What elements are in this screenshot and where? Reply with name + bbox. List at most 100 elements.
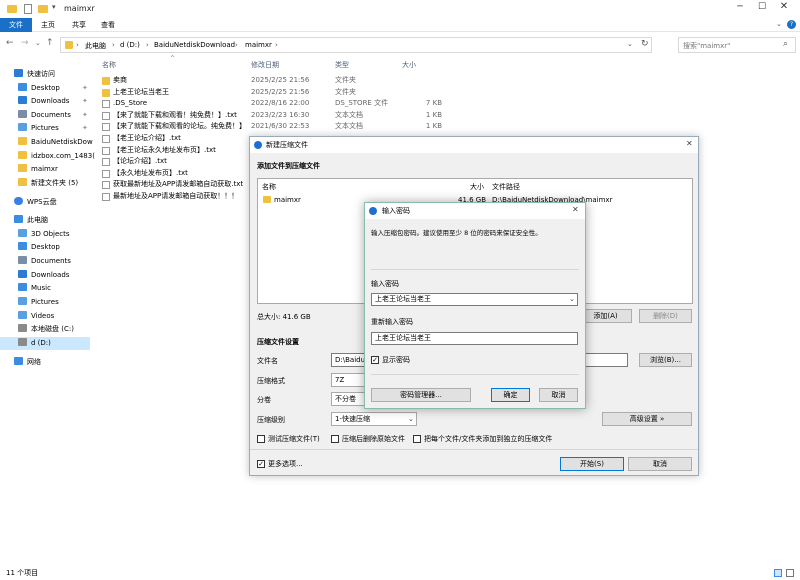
nav-drive-d[interactable]: d (D:) xyxy=(0,337,90,350)
breadcrumb-this-pc[interactable]: 此电脑 xyxy=(85,41,106,51)
file-row[interactable]: 卖商 2025/2/25 21:56 文件夹 xyxy=(98,75,458,87)
total-size: 总大小: 41.6 GB xyxy=(257,313,311,321)
nav-documents[interactable]: Documents ✦ xyxy=(18,109,88,122)
document-icon xyxy=(18,256,27,264)
cube-icon xyxy=(18,229,27,237)
minimize-button[interactable]: ─ xyxy=(730,2,750,16)
nav-documents-pc[interactable]: Documents xyxy=(18,255,71,268)
recent-dropdown-icon[interactable]: ⌄ xyxy=(35,39,41,47)
start-button[interactable]: 开始(S) xyxy=(560,457,624,471)
maximize-button[interactable]: ☐ xyxy=(752,2,772,16)
refresh-icon[interactable]: ↻ xyxy=(641,39,649,49)
chevron-down-icon[interactable]: ⌄ xyxy=(569,294,575,305)
password-dialog: 输入密码 ✕ 输入压缩包密码。建议使用至少 8 位的密码来保证安全性。 输入密码… xyxy=(364,202,586,409)
file-row[interactable]: 上老王论坛当老王 2025/2/25 21:56 文件夹 xyxy=(98,87,458,99)
search-input[interactable]: 搜索"maimxr" ⌕ xyxy=(678,37,796,53)
tab-home[interactable]: 主页 xyxy=(41,18,55,32)
new-folder-icon[interactable] xyxy=(38,5,48,13)
advanced-settings-button[interactable]: 高级设置 » xyxy=(602,412,692,426)
forward-icon[interactable]: → xyxy=(21,38,29,48)
chevron-down-icon[interactable]: ⌄ xyxy=(776,20,782,28)
browse-button[interactable]: 浏览(B)... xyxy=(639,353,692,367)
add-button[interactable]: 添加(A) xyxy=(579,309,632,323)
nav-downloads[interactable]: Downloads ✦ xyxy=(18,95,88,108)
column-header-type[interactable]: 类型 xyxy=(335,58,349,72)
nav-maimxr[interactable]: maimxr xyxy=(18,163,58,176)
tab-view[interactable]: 查看 xyxy=(101,18,115,32)
cancel-button[interactable]: 取消 xyxy=(628,457,692,471)
nav-pictures[interactable]: Pictures ✦ xyxy=(18,122,88,135)
file-row[interactable]: 【来了就能下载和观看！纯免费！】.txt 2023/2/23 16:30 文本文档 1… xyxy=(98,110,458,122)
column-header-size[interactable]: 大小 xyxy=(402,58,416,72)
checkbox[interactable] xyxy=(413,435,421,443)
nav-music[interactable]: Music xyxy=(18,282,51,295)
option-separate-archives[interactable]: 把每个文件/文件夹添加到独立的压缩文件 xyxy=(413,434,552,444)
file-size: 7 KB xyxy=(425,99,442,108)
folder-icon xyxy=(7,5,17,13)
file-date: 2021/6/30 22:53 xyxy=(251,122,310,131)
reenter-password-input[interactable]: 上老王论坛当老王 xyxy=(371,332,578,345)
col-path[interactable]: 文件路径 xyxy=(492,182,520,192)
nav-local-disk-c[interactable]: 本地磁盘 (C:) xyxy=(18,323,74,336)
back-icon[interactable]: ← xyxy=(6,38,14,48)
checkbox[interactable] xyxy=(331,435,339,443)
column-header-name[interactable]: 名称 xyxy=(102,58,116,72)
breadcrumb-baidu[interactable]: BaiduNetdiskDownload xyxy=(154,41,235,49)
breadcrumb-maimxr[interactable]: maimxr xyxy=(245,41,272,49)
nav-videos[interactable]: Videos xyxy=(18,310,54,323)
nav-network[interactable]: 网络 xyxy=(14,356,41,369)
properties-icon[interactable] xyxy=(24,4,32,14)
cancel-button[interactable]: 取消 xyxy=(539,388,578,402)
search-icon[interactable]: ⌕ xyxy=(783,39,788,49)
password-input[interactable]: 上老王论坛当老王 ⌄ xyxy=(371,293,578,306)
nav-new-folder-5[interactable]: 新建文件夹 (5) xyxy=(18,177,78,190)
help-icon[interactable]: ? xyxy=(787,20,796,29)
close-icon[interactable]: ✕ xyxy=(572,205,579,214)
file-name: 获取最新地址及APP请发邮箱自动获取.txt xyxy=(113,180,244,189)
option-more[interactable]: ✓ 更多选项... xyxy=(257,459,303,469)
level-select[interactable]: 1-快速压缩 ⌄ xyxy=(331,412,417,426)
col-name[interactable]: 名称 xyxy=(262,182,276,192)
details-view-icon[interactable] xyxy=(774,569,782,577)
checkbox-checked[interactable]: ✓ xyxy=(257,460,265,468)
close-button[interactable]: ✕ xyxy=(774,1,794,15)
address-dropdown-icon[interactable]: ⌄ xyxy=(627,40,633,48)
nav-desktop-pc[interactable]: Desktop xyxy=(18,241,60,254)
option-delete-after[interactable]: 压缩后删除原始文件 xyxy=(331,434,405,444)
delete-button[interactable]: 删除(D) xyxy=(639,309,692,323)
drive-icon xyxy=(18,338,27,346)
nav-quick-access[interactable]: 快速访问 xyxy=(14,68,55,81)
nav-idzbox[interactable]: idzbox.com_1483( xyxy=(18,150,95,163)
ok-button[interactable]: 确定 xyxy=(491,388,530,402)
app-icon xyxy=(254,141,262,149)
tab-file[interactable]: 文件 xyxy=(0,18,32,32)
thumbnail-view-icon[interactable] xyxy=(786,569,794,577)
file-name: 【论坛介绍】.txt xyxy=(113,157,167,166)
nav-downloads-pc[interactable]: Downloads xyxy=(18,269,69,282)
col-size[interactable]: 大小 xyxy=(470,182,484,192)
close-icon[interactable]: ✕ xyxy=(686,139,693,148)
password-manager-button[interactable]: 密码管理器... xyxy=(371,388,471,402)
qat-dropdown-icon[interactable]: ▾ xyxy=(52,3,56,11)
file-row[interactable]: 【来了就能下载和观看的论坛。纯免费！】 2021/6/30 22:53 文本文档 1 … xyxy=(98,121,458,133)
nav-this-pc[interactable]: 此电脑 xyxy=(14,214,48,227)
nav-wps-cloud[interactable]: WPS云盘 xyxy=(14,196,57,209)
nav-desktop[interactable]: Desktop ✦ xyxy=(18,82,88,95)
nav-3d-objects[interactable]: 3D Objects xyxy=(18,228,70,241)
option-test-archive[interactable]: 测试压缩文件(T) xyxy=(257,434,320,444)
file-date: 2023/2/23 16:30 xyxy=(251,110,310,119)
checkbox-checked[interactable]: ✓ xyxy=(371,356,379,364)
title-bar: ▾ maimxr ─ ☐ ✕ xyxy=(0,0,800,18)
show-password-option[interactable]: ✓ 显示密码 xyxy=(371,355,410,365)
up-icon[interactable]: ↑ xyxy=(46,38,54,48)
file-row[interactable]: .DS_Store 2022/8/16 22:00 DS_STORE 文件 7 KB xyxy=(98,98,458,110)
reenter-password-label: 重新输入密码 xyxy=(371,318,413,326)
address-bar[interactable]: › 此电脑 › d (D:) › BaiduNetdiskDownload › … xyxy=(60,37,652,53)
breadcrumb-drive[interactable]: d (D:) xyxy=(120,41,140,49)
file-name: 【永久地址发布页】.txt xyxy=(113,168,188,177)
nav-baidunetdisk[interactable]: BaiduNetdiskDow xyxy=(18,136,93,149)
checkbox[interactable] xyxy=(257,435,265,443)
tab-share[interactable]: 共享 xyxy=(72,18,86,32)
nav-pictures-pc[interactable]: Pictures xyxy=(18,296,59,309)
column-header-date[interactable]: 修改日期 xyxy=(251,58,279,72)
